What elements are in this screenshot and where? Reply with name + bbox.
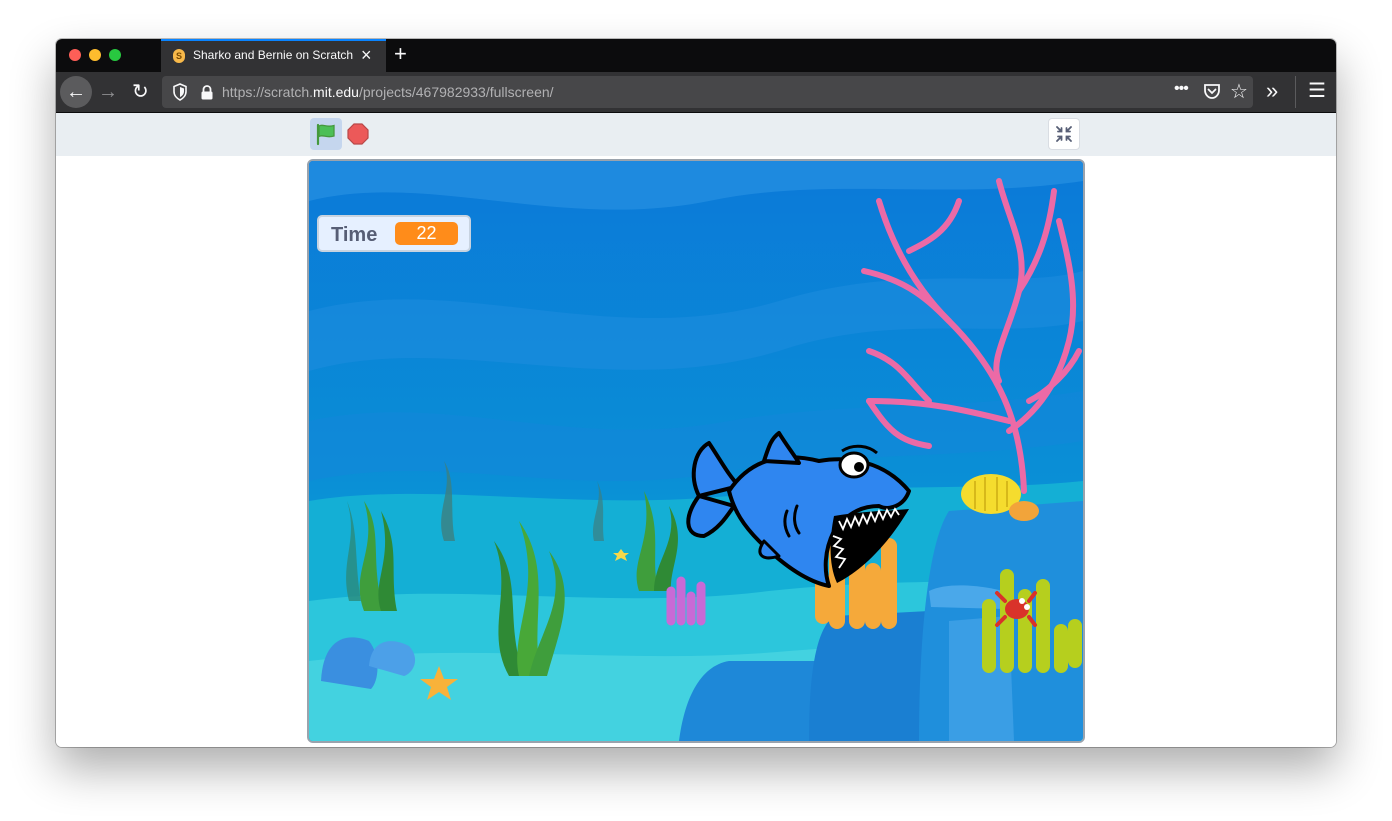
reload-icon[interactable]: ↻ [132, 78, 149, 106]
overflow-chevron-icon[interactable]: » [1266, 78, 1278, 104]
close-tab-icon[interactable]: × [361, 44, 372, 66]
pocket-icon[interactable] [1203, 83, 1221, 100]
scratch-fullscreen-page: Time 22 [56, 113, 1336, 747]
url-bar[interactable]: https://scratch.mit.edu/projects/4679829… [162, 76, 1253, 108]
url-path: /projects/467982933/fullscreen/ [358, 84, 554, 100]
bookmark-star-icon[interactable]: ☆ [1230, 79, 1248, 104]
exit-fullscreen-button[interactable] [1048, 118, 1080, 150]
stage-controls [56, 113, 1336, 156]
tab-active[interactable]: S Sharko and Bernie on Scratch × [161, 39, 386, 72]
toolbar-divider [1295, 76, 1296, 108]
url-prefix: https://scratch. [222, 84, 314, 100]
lock-icon[interactable] [200, 85, 214, 100]
monitor-label: Time [331, 224, 378, 246]
monitor-value: 22 [395, 222, 458, 245]
tab-strip: S Sharko and Bernie on Scratch × + [56, 39, 1336, 72]
window-minimize-button[interactable] [89, 49, 101, 61]
project-stage[interactable]: Time 22 [307, 159, 1085, 743]
window-maximize-button[interactable] [109, 49, 121, 61]
hamburger-menu-icon[interactable]: ☰ [1308, 78, 1326, 104]
stop-sign-icon[interactable] [347, 123, 369, 145]
navigation-bar: ← → ↻ https://scratch.mit.edu/projects/4… [56, 72, 1336, 113]
tracking-shield-icon[interactable] [172, 83, 188, 101]
url-host: mit.edu [313, 84, 359, 100]
green-flag-icon [316, 123, 335, 146]
window-close-button[interactable] [69, 49, 81, 61]
page-actions-icon[interactable]: ••• [1174, 80, 1189, 98]
unfullscreen-icon [1056, 126, 1072, 142]
browser-window: S Sharko and Bernie on Scratch × + ← → ↻… [56, 39, 1336, 747]
url-text[interactable]: https://scratch.mit.edu/projects/4679829… [222, 84, 554, 100]
tab-title: Sharko and Bernie on Scratch [193, 48, 354, 62]
forward-arrow-icon[interactable]: → [98, 78, 118, 106]
green-flag-button[interactable] [310, 118, 342, 150]
new-tab-icon[interactable]: + [394, 41, 407, 67]
scratch-cat-icon: S [173, 49, 185, 63]
time-variable-monitor: Time 22 [317, 215, 471, 252]
back-arrow-icon[interactable]: ← [60, 76, 92, 108]
